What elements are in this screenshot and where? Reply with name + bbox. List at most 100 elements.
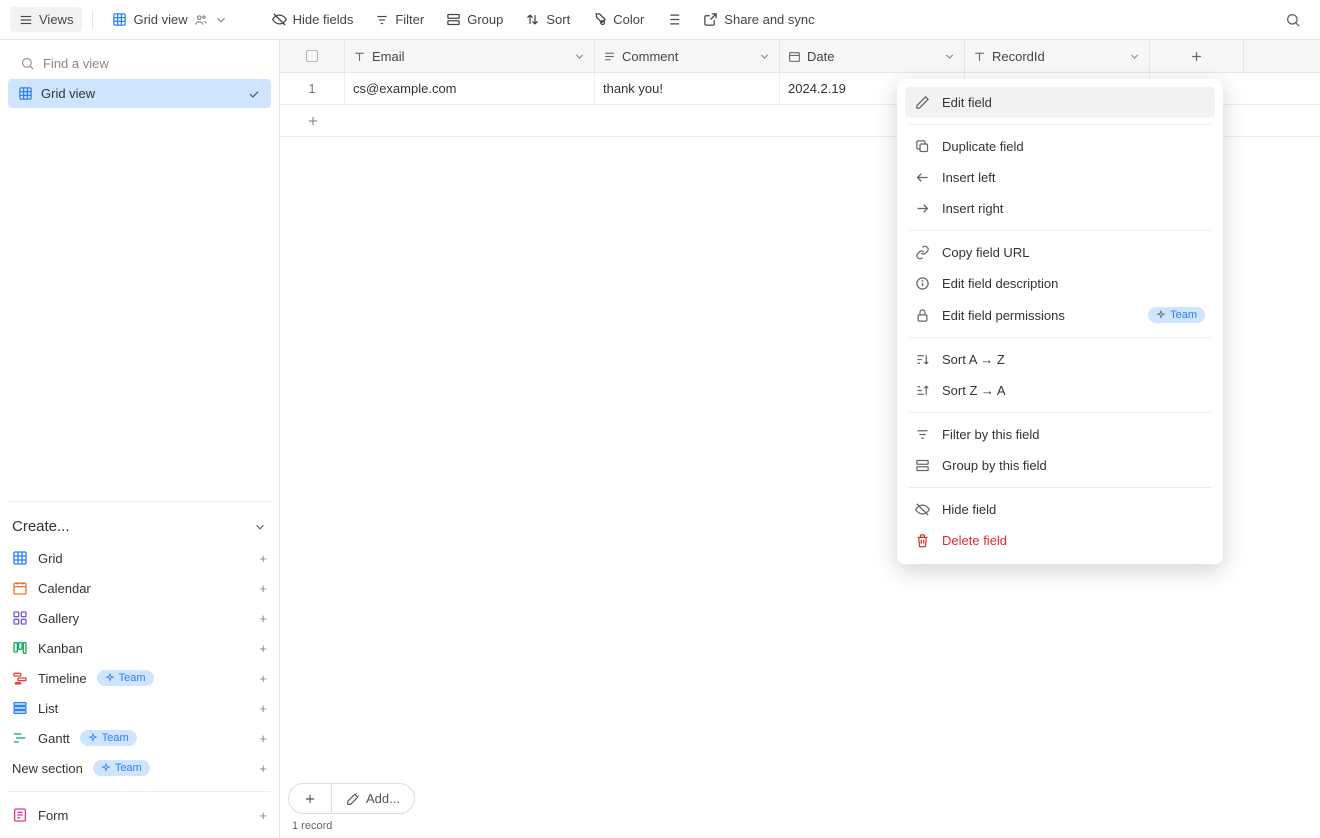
- chevron-down-icon: [1128, 50, 1141, 63]
- cell-comment[interactable]: thank you!: [595, 73, 780, 104]
- field-context-menu: Edit field Duplicate field Insert left I…: [897, 79, 1223, 564]
- views-button[interactable]: Views: [10, 7, 82, 32]
- ctx-label: Duplicate field: [942, 139, 1024, 154]
- ctx-duplicate-field[interactable]: Duplicate field: [905, 131, 1215, 162]
- ctx-label: Group by this field: [942, 458, 1047, 473]
- share-icon: [703, 12, 718, 27]
- footer-add-record[interactable]: [289, 784, 331, 813]
- ctx-label: Insert left: [942, 170, 995, 185]
- sparkle-icon: [88, 733, 98, 743]
- select-all-checkbox[interactable]: [280, 40, 345, 72]
- column-header-recordid[interactable]: RecordId: [965, 40, 1150, 72]
- ctx-filter-field[interactable]: Filter by this field: [905, 419, 1215, 450]
- ctx-insert-left[interactable]: Insert left: [905, 162, 1215, 193]
- ctx-label: Copy field URL: [942, 245, 1029, 260]
- plus-icon: [303, 792, 317, 806]
- ctx-insert-right[interactable]: Insert right: [905, 193, 1215, 224]
- ctx-edit-field[interactable]: Edit field: [905, 87, 1215, 118]
- view-item-grid-view[interactable]: Grid view: [8, 79, 271, 108]
- create-heading[interactable]: Create...: [8, 510, 271, 543]
- ctx-sort-az[interactable]: Sort A → Z: [905, 344, 1215, 375]
- column-header-comment[interactable]: Comment: [595, 40, 780, 72]
- create-item-label: Gantt: [38, 731, 70, 746]
- group-button[interactable]: Group: [437, 7, 512, 32]
- create-grid[interactable]: Grid +: [8, 543, 271, 573]
- eye-off-icon: [915, 502, 930, 517]
- create-heading-label: Create...: [12, 518, 70, 535]
- ctx-label: Delete field: [942, 533, 1007, 548]
- filter-icon: [375, 13, 389, 27]
- column-header-email[interactable]: Email: [345, 40, 595, 72]
- create-gantt[interactable]: Gantt Team +: [8, 723, 271, 753]
- color-button[interactable]: Color: [583, 7, 653, 32]
- group-icon: [915, 458, 930, 473]
- plus-icon: [306, 114, 320, 128]
- column-label: Email: [372, 49, 405, 64]
- row-height-button[interactable]: [657, 7, 690, 32]
- create-calendar[interactable]: Calendar +: [8, 573, 271, 603]
- find-view-input[interactable]: Find a view: [8, 48, 271, 79]
- new-section-label: New section: [12, 761, 83, 776]
- team-badge: Team: [1148, 307, 1205, 323]
- create-timeline[interactable]: Timeline Team +: [8, 663, 271, 693]
- sort-az-icon: [915, 352, 930, 367]
- sort-button[interactable]: Sort: [516, 7, 579, 32]
- divider: [8, 501, 271, 502]
- column-header-date[interactable]: Date: [780, 40, 965, 72]
- eye-off-icon: [272, 12, 287, 27]
- ctx-label: Edit field description: [942, 276, 1058, 291]
- footer-add-menu[interactable]: Add...: [331, 784, 414, 813]
- chevron-down-icon: [943, 50, 956, 63]
- record-count: 1 record: [292, 820, 1312, 832]
- toolbar: Views Grid view Hide fields Filter Group…: [0, 0, 1320, 40]
- search-icon: [20, 56, 35, 71]
- find-view-placeholder: Find a view: [43, 56, 109, 71]
- row-number: 1: [280, 73, 345, 104]
- column-label: RecordId: [992, 49, 1045, 64]
- create-list[interactable]: List +: [8, 693, 271, 723]
- text-field-icon: [353, 50, 366, 63]
- ctx-group-field[interactable]: Group by this field: [905, 450, 1215, 481]
- add-column-button[interactable]: [1150, 40, 1244, 72]
- ctx-delete-field[interactable]: Delete field: [905, 525, 1215, 556]
- row-height-icon: [666, 12, 681, 27]
- grid-icon: [12, 550, 28, 566]
- plus-icon: +: [259, 761, 267, 776]
- create-form[interactable]: Form +: [8, 800, 271, 830]
- create-item-label: Form: [38, 808, 68, 823]
- ctx-copy-url[interactable]: Copy field URL: [905, 237, 1215, 268]
- create-gallery[interactable]: Gallery +: [8, 603, 271, 633]
- grid-view-button[interactable]: Grid view: [103, 7, 236, 32]
- divider: [909, 412, 1211, 413]
- ctx-edit-description[interactable]: Edit field description: [905, 268, 1215, 299]
- ctx-label: Hide field: [942, 502, 996, 517]
- gantt-icon: [12, 730, 28, 746]
- search-button[interactable]: [1276, 7, 1310, 33]
- new-section[interactable]: New section Team +: [8, 753, 271, 783]
- hide-fields-button[interactable]: Hide fields: [263, 7, 363, 32]
- filter-button[interactable]: Filter: [366, 7, 433, 32]
- link-icon: [915, 245, 930, 260]
- create-item-label: List: [38, 701, 58, 716]
- arrow-right-icon: [915, 201, 930, 216]
- calendar-icon: [12, 580, 28, 596]
- chevron-down-icon: [573, 50, 586, 63]
- sort-label: Sort: [546, 12, 570, 27]
- cell-email[interactable]: cs@example.com: [345, 73, 595, 104]
- lock-icon: [915, 308, 930, 323]
- ctx-sort-za[interactable]: Sort Z → A: [905, 375, 1215, 406]
- plus-icon: +: [259, 611, 267, 626]
- team-badge: Team: [97, 670, 154, 686]
- ctx-hide-field[interactable]: Hide field: [905, 494, 1215, 525]
- ctx-edit-permissions[interactable]: Edit field permissions Team: [905, 299, 1215, 331]
- arrow-left-icon: [915, 170, 930, 185]
- menu-icon: [19, 13, 33, 27]
- divider: [909, 337, 1211, 338]
- calendar-icon: [788, 50, 801, 63]
- share-button[interactable]: Share and sync: [694, 7, 823, 32]
- column-label: Date: [807, 49, 834, 64]
- people-icon: [194, 13, 208, 27]
- toolbar-separator: [92, 11, 93, 29]
- pencil-icon: [915, 95, 930, 110]
- create-kanban[interactable]: Kanban +: [8, 633, 271, 663]
